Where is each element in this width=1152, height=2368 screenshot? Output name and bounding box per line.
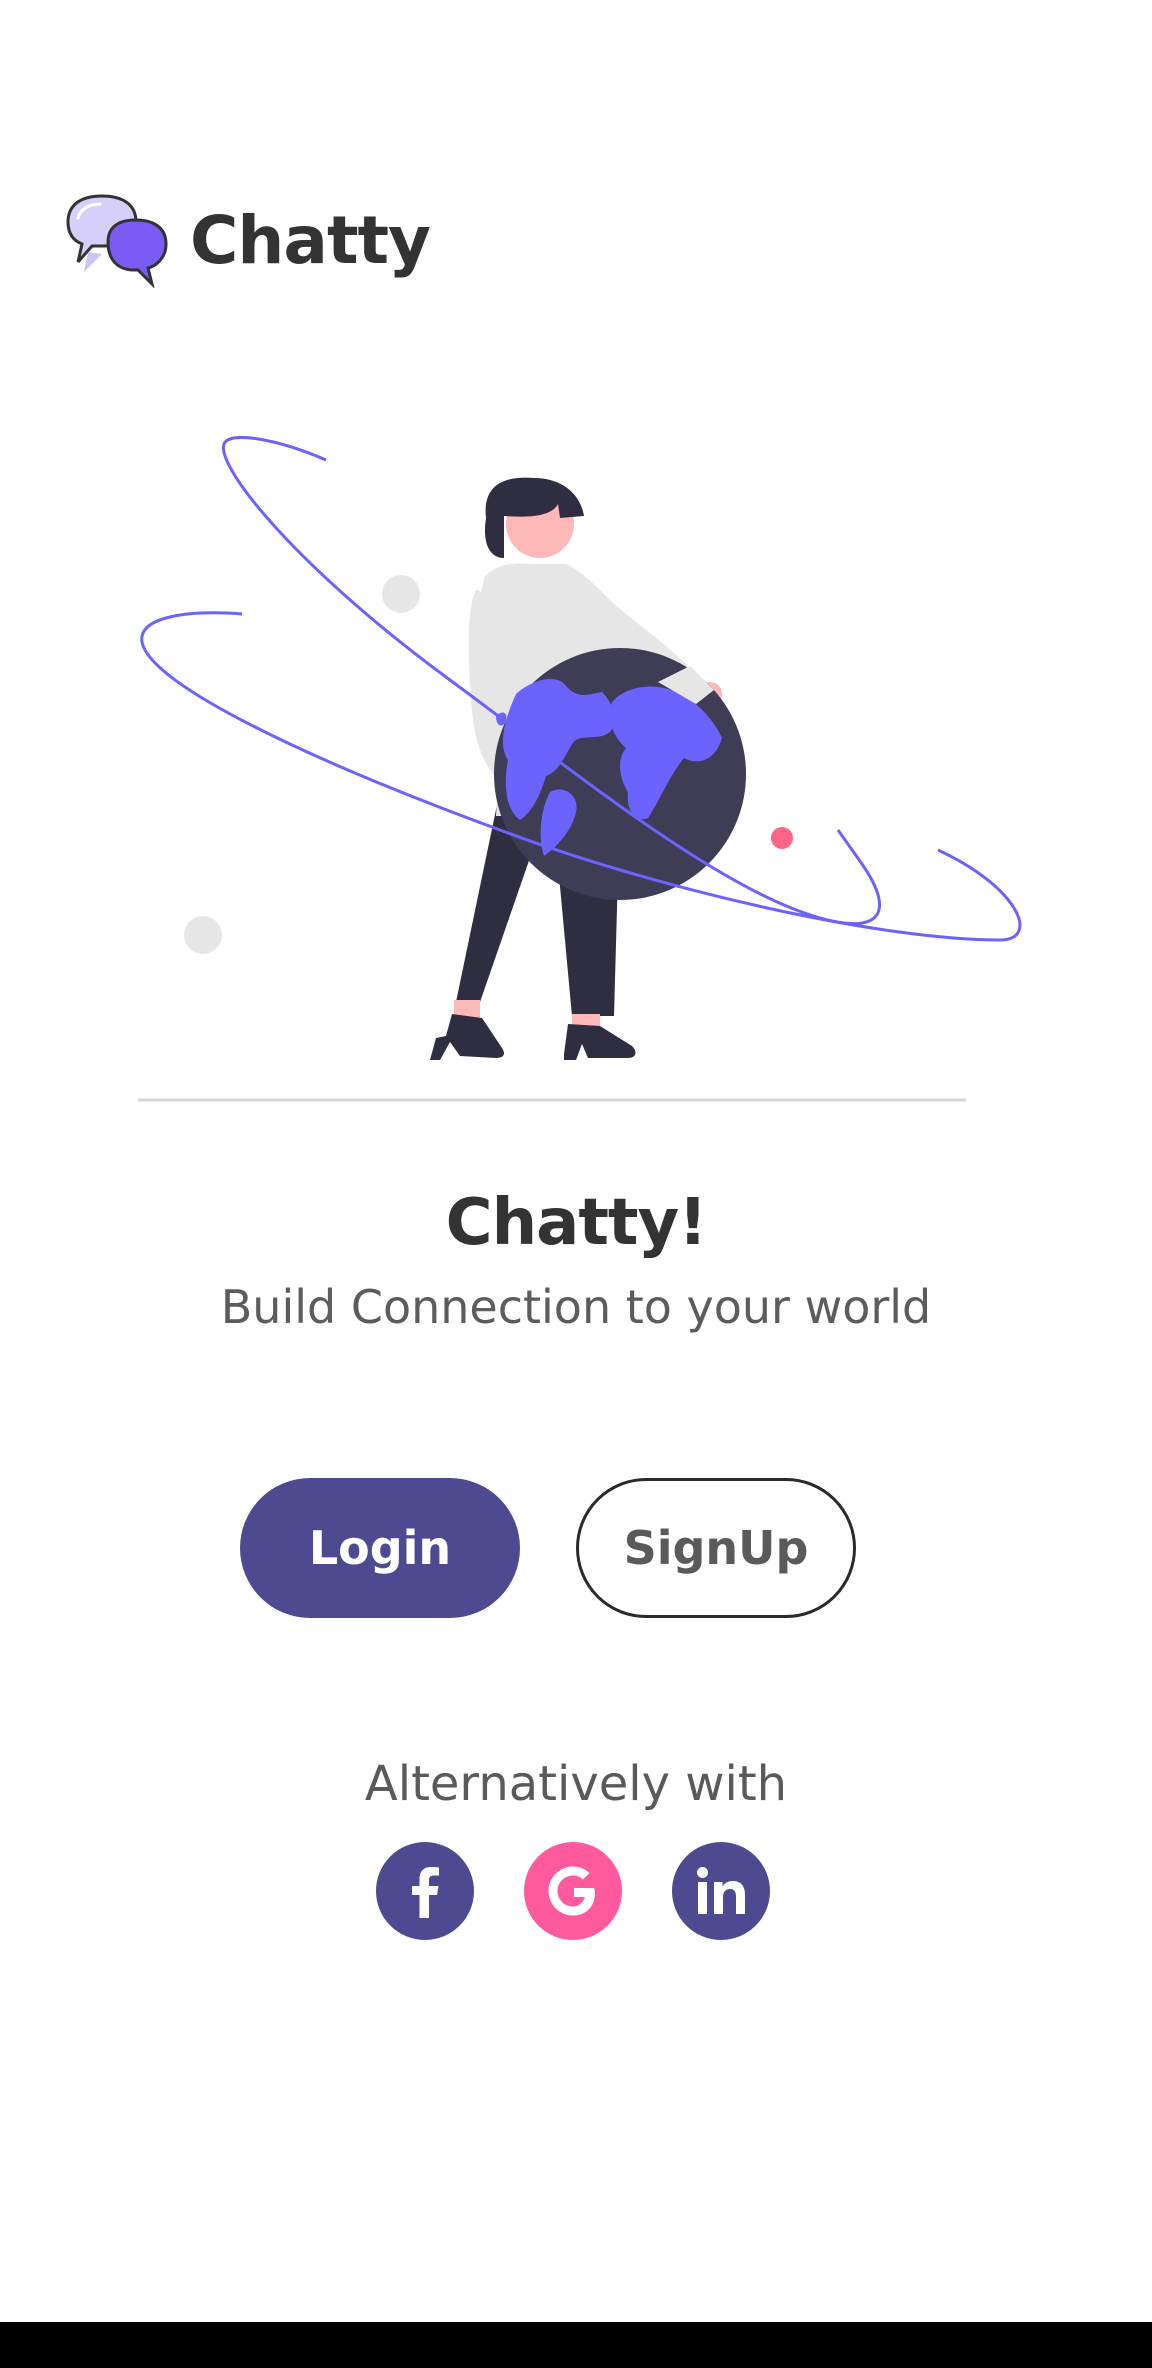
person-holding-globe-illustration <box>138 436 1022 1102</box>
app-name: Chatty <box>190 201 431 279</box>
login-button-label: Login <box>308 1521 452 1575</box>
signup-button-label: SignUp <box>623 1521 809 1575</box>
alternative-login-label: Alternatively with <box>364 1756 788 1812</box>
decor-dot <box>382 575 420 613</box>
signup-button[interactable]: SignUp <box>576 1478 856 1618</box>
linkedin-icon <box>672 1842 770 1940</box>
facebook-icon <box>376 1842 474 1940</box>
chat-bubbles-icon <box>66 194 168 288</box>
login-button[interactable]: Login <box>240 1478 520 1618</box>
decor-dot <box>184 916 222 954</box>
facebook-login-button[interactable] <box>376 1842 474 1940</box>
system-nav-bar <box>0 2322 1152 2368</box>
app-header: Chatty <box>62 190 431 290</box>
welcome-subtitle: Build Connection to your world <box>220 1280 932 1334</box>
google-login-button[interactable] <box>524 1842 622 1940</box>
decor-dot-pink <box>771 827 793 849</box>
google-icon <box>524 1842 622 1940</box>
welcome-title: Chatty! <box>445 1186 708 1260</box>
linkedin-login-button[interactable] <box>672 1842 770 1940</box>
